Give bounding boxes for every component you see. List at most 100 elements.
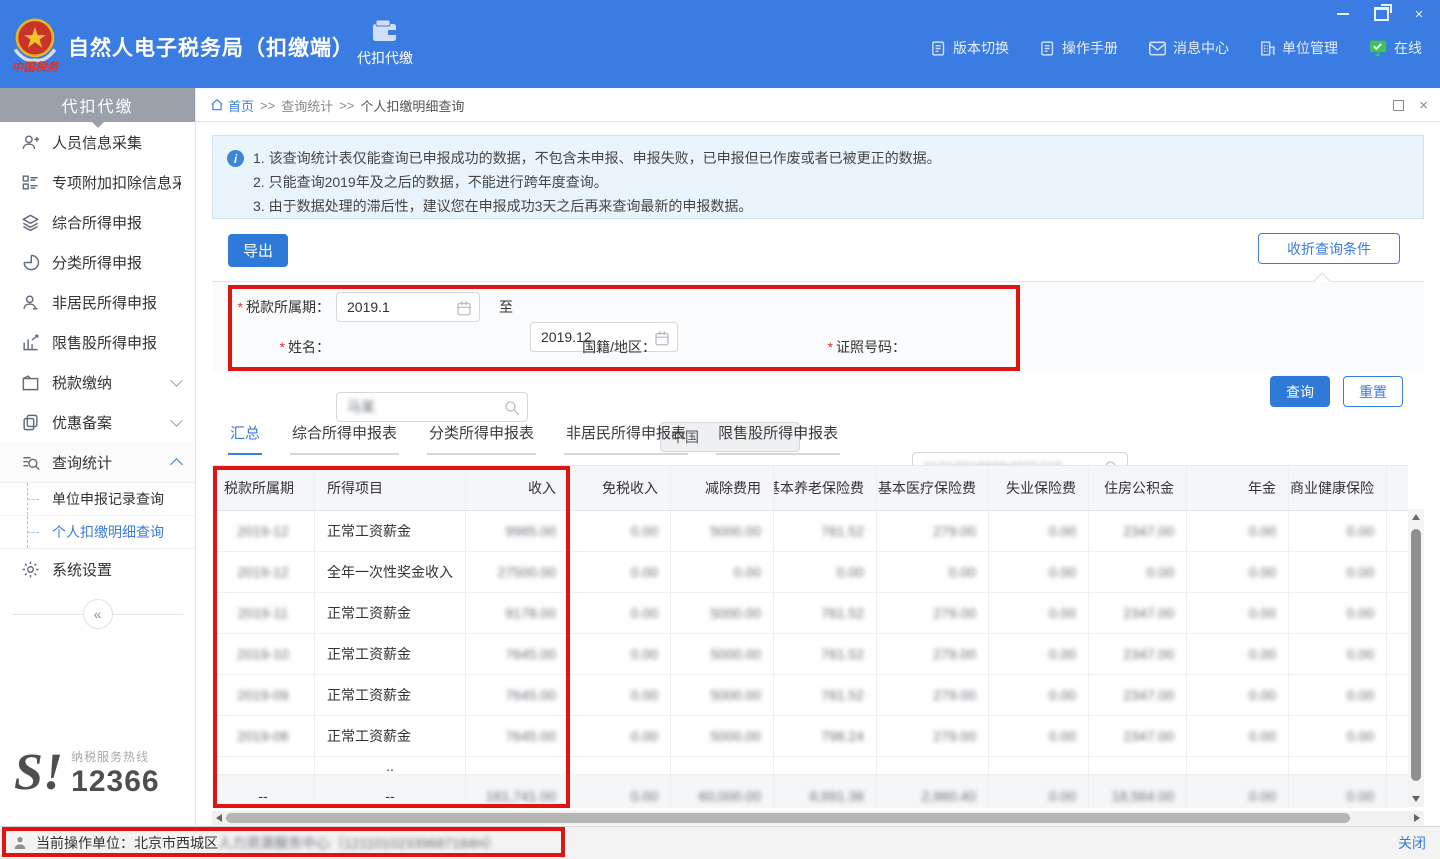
table-cell: 2019-10 [212, 634, 315, 674]
current-unit-text: 当前操作单位： 北京市西城区 人力资源服务中心（1211010233968718… [36, 833, 499, 853]
tab-withholding-module[interactable]: 代扣代缴 [346, 18, 424, 78]
panel-close-icon[interactable]: × [1419, 88, 1428, 122]
table-cell: 2347.00 [1089, 593, 1187, 633]
sidebar-item-label: 人员信息采集 [52, 132, 181, 153]
table-cell: 279.00 [877, 716, 989, 756]
search-icon[interactable] [503, 399, 521, 417]
table-cell: 2347.00 [1089, 716, 1187, 756]
toggle-filters-button[interactable]: 收折查询条件 [1258, 233, 1400, 264]
hotline-number: 12366 [71, 765, 159, 799]
sidebar: 代扣代缴 人员信息采集 专项附加扣除信息采集 综合所得申报 分类所得申报 非居民… [0, 88, 196, 826]
horizontal-scroll-thumb[interactable] [226, 813, 1350, 823]
hotline-logo: S! 纳税服务热线 12366 [14, 748, 160, 799]
menu-message-center[interactable]: 消息中心 [1148, 38, 1229, 58]
info-icon: i [227, 150, 244, 167]
column-header: 失业保险费 [989, 466, 1089, 510]
table-cell: 0.00 [989, 716, 1089, 756]
table-row-clipped[interactable]: .. [212, 757, 1408, 775]
table-cell: 161,741.00 [466, 775, 569, 808]
table-row[interactable]: 2019-10正常工资薪金7645.000.005000.00761.52279… [212, 634, 1408, 675]
sidebar-item-label: 综合所得申报 [52, 212, 181, 233]
table-row[interactable]: 2019-09正常工资薪金7645.000.005000.00761.52279… [212, 675, 1408, 716]
breadcrumb-separator: >> [339, 98, 354, 113]
sidebar-item-classified-income[interactable]: 分类所得申报 [0, 242, 195, 282]
form-list-icon [20, 172, 40, 192]
table-cell [1387, 675, 1408, 715]
table-cell: 正常工资薪金 [315, 675, 466, 715]
breadcrumb-level1[interactable]: 查询统计 [281, 96, 333, 115]
minimize-icon[interactable] [1332, 4, 1354, 24]
sidebar-item-label: 限售股所得申报 [52, 332, 181, 353]
search-button[interactable]: 查询 [1270, 376, 1330, 407]
table-cell: 0.00 [989, 775, 1089, 808]
restore-icon[interactable] [1370, 4, 1392, 24]
tax-bureau-logo: 中国税务 [8, 14, 62, 76]
current-unit-label: 当前操作单位： [36, 833, 134, 853]
column-header: 收入 [466, 466, 569, 510]
export-button[interactable]: 导出 [228, 234, 288, 267]
menu-label: 版本切换 [953, 38, 1009, 58]
panel-maximize-icon[interactable] [1393, 88, 1404, 122]
period-from-input[interactable]: 2019.1 [336, 292, 480, 322]
period-to-label: 至 [488, 292, 524, 322]
menu-online-status[interactable]: 在线 [1368, 38, 1422, 58]
scroll-down-icon[interactable] [1412, 796, 1420, 802]
reset-button[interactable]: 重置 [1343, 376, 1403, 407]
table-cell: 0.00 [569, 552, 671, 592]
table-header-row: 税款所属期 所得项目 收入 免税收入 减除费用 基本养老保险费 基本医疗保险费 … [212, 466, 1408, 511]
table-cell: 2019-12 [212, 511, 315, 551]
sidebar-subitem-label: 个人扣缴明细查询 [52, 522, 164, 542]
table-cell: 2347.00 [1089, 634, 1187, 674]
sidebar-item-preference-filing[interactable]: 优惠备案 [0, 402, 195, 442]
app-title: 自然人电子税务局（扣缴端） [68, 32, 354, 62]
sidebar-item-restricted-shares[interactable]: 限售股所得申报 [0, 322, 195, 362]
table-row[interactable]: 2019-08正常工资薪金7645.000.005000.00798.24279… [212, 716, 1408, 757]
tab-nonresident-income[interactable]: 非居民所得申报表 [564, 416, 688, 455]
sidebar-item-label: 系统设置 [52, 559, 181, 580]
tab-classified-income[interactable]: 分类所得申报表 [427, 416, 536, 455]
sidebar-subitem-personal-withholding-query[interactable]: 个人扣缴明细查询 [0, 516, 195, 548]
close-icon[interactable]: × [1408, 4, 1430, 24]
menu-unit-management[interactable]: 单位管理 [1259, 38, 1338, 58]
close-link[interactable]: 关闭 [1398, 833, 1426, 853]
horizontal-scrollbar[interactable] [212, 811, 1424, 825]
scroll-up-icon[interactable] [1412, 514, 1420, 520]
table-cell: 0.00 [1289, 511, 1387, 551]
scroll-right-icon[interactable] [1414, 814, 1420, 822]
sidebar-item-query-statistics[interactable]: 查询统计 [0, 442, 195, 482]
table-cell: 0.00 [1187, 552, 1289, 592]
sidebar-item-special-deduction[interactable]: 专项附加扣除信息采集 [0, 162, 195, 202]
calendar-icon[interactable] [455, 299, 473, 317]
table-total-row[interactable]: ----161,741.000.0060,000.008,991.362,960… [212, 775, 1408, 808]
sidebar-subitem-unit-declaration-query[interactable]: 单位申报记录查询 [0, 483, 195, 516]
menu-version-switch[interactable]: 版本切换 [930, 38, 1009, 58]
sidebar-item-nonresident-income[interactable]: 非居民所得申报 [0, 282, 195, 322]
tab-restricted-shares[interactable]: 限售股所得申报表 [716, 416, 840, 455]
table-body: 2019-12正常工资薪金9985.000.005000.00761.52279… [212, 511, 1408, 808]
menu-manual[interactable]: 操作手册 [1039, 38, 1118, 58]
table-row[interactable]: 2019-12全年一次性奖金收入27500.000.000.000.000.00… [212, 552, 1408, 593]
sidebar-collapse-button[interactable]: « [83, 599, 113, 629]
sidebar-item-personnel-info[interactable]: 人员信息采集 [0, 122, 195, 162]
tab-comprehensive-income[interactable]: 综合所得申报表 [290, 416, 399, 455]
sidebar-item-system-settings[interactable]: 系统设置 [0, 549, 195, 589]
column-header: 年金 [1187, 466, 1289, 510]
name-value: 马某 [347, 397, 375, 417]
table-cell: 0.00 [1289, 675, 1387, 715]
sidebar-collapse-row: « [0, 597, 195, 631]
table-cell: 0.00 [671, 552, 774, 592]
table-cell [569, 757, 671, 774]
table-row[interactable]: 2019-11正常工资薪金9178.000.005000.00761.52279… [212, 593, 1408, 634]
scroll-left-icon[interactable] [216, 814, 222, 822]
sidebar-item-tax-payment[interactable]: 税款缴纳 [0, 362, 195, 402]
table-cell: 0.00 [1187, 716, 1289, 756]
sidebar-item-comprehensive-income[interactable]: 综合所得申报 [0, 202, 195, 242]
sidebar-item-label: 税款缴纳 [52, 372, 172, 393]
vertical-scroll-thumb[interactable] [1411, 529, 1421, 781]
tab-summary[interactable]: 汇总 [228, 416, 262, 455]
breadcrumb-home[interactable]: 首页 [210, 96, 254, 115]
breadcrumb: 首页 >> 查询统计 >> 个人扣缴明细查询 [210, 88, 464, 122]
vertical-scrollbar[interactable] [1408, 509, 1424, 807]
table-row[interactable]: 2019-12正常工资薪金9985.000.005000.00761.52279… [212, 511, 1408, 552]
sidebar-subitem-label: 单位申报记录查询 [52, 489, 164, 509]
